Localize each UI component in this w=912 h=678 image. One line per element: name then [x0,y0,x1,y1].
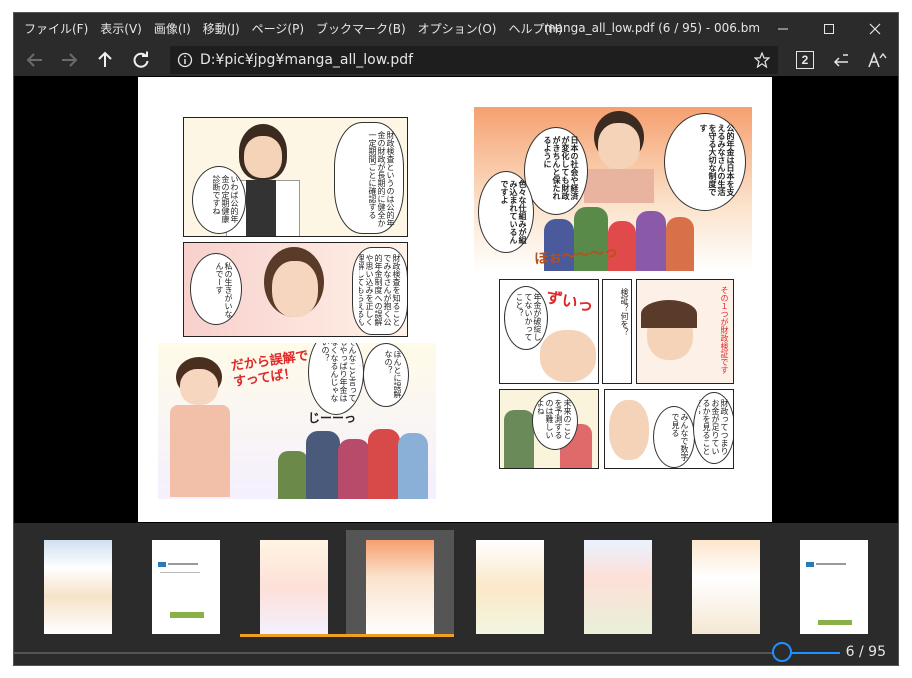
right-bubble-8: 未来のことを予測するのは難しいよね [532,392,578,450]
right-panel-2: ずいっ 年金が破綻してないかってこと？ [499,279,599,384]
thumbnail-5[interactable] [456,530,562,634]
two-page-button[interactable]: 2 [788,44,822,76]
direction-button[interactable] [824,44,858,76]
thumbnail-7[interactable] [672,530,778,634]
left-panel-3: だから誤解ですってば！ ほんとに誤解なの？ そんなこと言ってもやっぱり年金はなく… [158,343,436,499]
right-bubble-7: 財政ってつまりお金が足りているかを見ることだろ [693,392,733,464]
right-page: 公的年金は日本を支えるみなさんの生活を守る大切な制度です 日本の社会や経済が変化… [474,107,752,499]
left-bubble-1-text: 財政検査というのは公的年金の財政が長期的に健全か一定期間ごとに確認する [368,131,395,227]
close-icon [869,23,881,34]
thumbnail-4[interactable] [346,530,454,634]
thumbnail-6[interactable] [564,530,670,634]
two-page-label: 2 [801,53,809,67]
window-title: manga_all_low.pdf (6 / 95) - 006.bmp... [544,21,759,35]
menu-view[interactable]: 表示(V) [94,20,148,37]
maximize-icon [824,23,834,34]
maximize-button[interactable] [806,13,852,44]
family-group [278,421,428,499]
right-bubble-9-text: みんなで数字で見る [671,413,689,461]
viewer-window: ファイル(F) 表示(V) 画像(I) 移動(J) ページ(P) ブックマーク(… [14,13,898,665]
left-bubble-5-text: ほんとに誤解なの？ [384,350,402,398]
info-icon [177,52,193,68]
right-panel-3: 検証？何を？ [602,279,632,384]
left-bubble-6-text: そんなこと言ってもやっぱり年金はなくなるんじゃないの？ [321,343,357,402]
right-panel-1: 公的年金は日本を支えるみなさんの生活を守る大切な制度です 日本の社会や経済が変化… [474,107,752,272]
address-path: D:¥pic¥jpg¥manga_all_low.pdf [200,52,414,68]
menu-bar: ファイル(F) 表示(V) 画像(I) 移動(J) ページ(P) ブックマーク(… [18,13,569,44]
arrow-left-icon [26,53,42,67]
right-bubble-3-text: 色々な仕組みが組み込まれているんですよ [500,180,527,244]
spread-underline [240,634,454,637]
right-sfx-2: ずいっ [544,287,596,316]
woman-pointing-figure [166,357,236,497]
page-slider-track[interactable] [14,652,772,654]
page-viewer[interactable]: 財政検査というのは公的年金の財政が長期的に健全か一定期間ごとに確認する いわば公… [14,76,898,523]
menu-file[interactable]: ファイル(F) [18,20,94,37]
left-bubble-3: 財政検査を知ることでみなさんが抱く公的年金制度への誤解や思い込みを正しく理解して… [352,247,407,335]
menu-page[interactable]: ページ(P) [246,20,310,37]
menu-move[interactable]: 移動(J) [197,20,246,37]
font-size-icon [868,51,887,68]
reload-button[interactable] [124,44,158,76]
right-bubble-6-text: その１つが財政検証です [720,286,729,374]
manga-spread: 財政検査というのは公的年金の財政が長期的に健全か一定期間ごとに確認する いわば公… [138,77,772,522]
thumbnail-2[interactable] [132,530,238,634]
right-bubble-1: 公的年金は日本を支えるみなさんの生活を守る大切な制度です [664,113,746,211]
forward-button[interactable] [52,44,86,76]
menu-bookmark[interactable]: ブックマーク(B) [310,20,412,37]
address-bar[interactable]: D:¥pic¥jpg¥manga_all_low.pdf [170,46,778,74]
thumbnail-strip [14,523,898,640]
two-page-icon: 2 [796,51,814,69]
left-bubble-1: 財政検査というのは公的年金の財政が長期的に健全か一定期間ごとに確認する [334,122,404,234]
up-button[interactable] [88,44,122,76]
right-bubble-7-text: 財政ってつまりお金が足りているかを見ることだろ [699,399,729,455]
left-bubble-3-text: 財政検査を知ることでみなさんが抱く公的年金制度への誤解や思い込みを正しく理解して… [359,254,401,326]
right-panel-6: みんなで数字で見る 財政ってつまりお金が足りているかを見ることだろ [604,389,734,469]
woman-figure [254,245,334,336]
arrow-right-icon [62,53,78,67]
left-bubble-2-text: いわば公的年金の定期健康診断ですね [212,175,239,223]
right-bubble-5-text: 年金が破綻してないかってこと？ [515,293,542,341]
right-bubble-5: 年金が破綻してないかってこと？ [504,286,548,350]
page-slider-handle[interactable] [772,642,792,662]
close-button[interactable] [852,13,898,44]
star-icon[interactable] [754,52,770,68]
man-figure [584,111,654,203]
font-size-button[interactable] [860,44,894,76]
thumbnail-1[interactable] [24,530,130,634]
right-bubble-9: みんなで数字で見る [653,406,695,468]
left-panel-2: 財政検査を知ることでみなさんが抱く公的年金制度への誤解や思い込みを正しく理解して… [183,242,408,337]
back-button[interactable] [18,44,52,76]
menu-options[interactable]: オプション(O) [412,20,503,37]
right-panel-5: 未来のことを予測するのは難しいよね [499,389,599,469]
left-bubble-4: 私の生きがいなんでーす [190,253,242,325]
swap-direction-icon [833,54,848,67]
right-bubble-4-text: 検証？何を？ [620,288,629,336]
page-slider-bar: 6 / 95 [14,640,898,665]
right-bubble-2-text: 日本の社会や経済が変化しても財政がきちんと保たれるように [543,136,579,200]
right-bubble-2: 日本の社会や経済が変化しても財政がきちんと保たれるように [524,127,588,215]
right-bubble-3: 色々な仕組みが組み込まれているんですよ [478,171,534,253]
left-bubble-2: いわば公的年金の定期健康診断ですね [192,166,246,234]
left-panel-1: 財政検査というのは公的年金の財政が長期的に健全か一定期間ごとに確認する いわば公… [183,117,408,237]
arrow-up-icon [98,51,112,67]
toolbar: D:¥pic¥jpg¥manga_all_low.pdf 2 [14,44,898,76]
left-bubble-4-text: 私の生きがいなんでーす [215,262,233,318]
right-bubble-1-text: 公的年金は日本を支えるみなさんの生活を守る大切な制度です [699,124,735,196]
left-page: 財政検査というのは公的年金の財政が長期的に健全か一定期間ごとに確認する いわば公… [158,107,436,499]
title-bar: ファイル(F) 表示(V) 画像(I) 移動(J) ページ(P) ブックマーク(… [14,13,898,44]
page-counter: 6 / 95 [845,644,886,660]
menu-image[interactable]: 画像(I) [148,20,197,37]
left-bubble-6: そんなこと言ってもやっぱり年金はなくなるんじゃないの？ [308,343,364,415]
minimize-button[interactable] [760,13,806,44]
right-bubble-8-text: 未来のことを予測するのは難しいよね [538,399,572,439]
thumbnail-3[interactable] [240,530,346,634]
right-panel-4: その１つが財政検証です [636,279,734,384]
thumbnail-8[interactable] [780,530,886,634]
reload-icon [133,51,149,68]
left-bubble-5: ほんとに誤解なの？ [363,343,409,407]
minimize-icon [778,28,788,29]
